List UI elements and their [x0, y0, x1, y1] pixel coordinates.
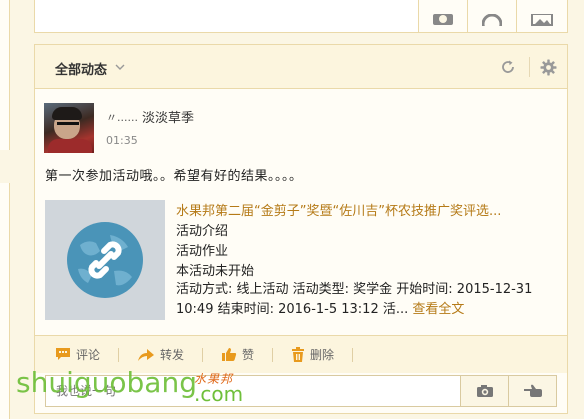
composer-image-button[interactable] — [517, 0, 566, 32]
post-text: 第一次参加活动哦。。希望有好的结果。。。。 — [45, 169, 303, 184]
forward-arrow-icon — [138, 348, 155, 361]
composer-emoji-button[interactable] — [468, 0, 517, 32]
comment-camera-button[interactable] — [461, 375, 509, 407]
shared-activity-thumbnail[interactable] — [45, 200, 165, 320]
left-panel-edge — [0, 0, 10, 150]
post-author[interactable]: 〃...... 淡淡草季 — [106, 107, 194, 127]
link-globe-icon — [67, 222, 143, 298]
feed-filter-dropdown[interactable]: 全部动态 — [55, 59, 125, 78]
shared-activity-meta: 活动方式: 线上活动 活动类型: 奖学金 开始时间: 2015-12-31 10… — [176, 280, 566, 320]
username-decoration: 〃...... — [106, 110, 138, 124]
image-icon — [530, 14, 553, 26]
action-divider — [272, 347, 274, 362]
forward-button[interactable]: 转发 — [137, 346, 184, 363]
chevron-down-icon — [115, 63, 125, 74]
delete-label: 删除 — [310, 348, 335, 362]
forward-label: 转发 — [160, 348, 185, 362]
trash-icon — [292, 347, 305, 362]
shared-activity-homework: 活动作业 — [176, 244, 229, 259]
username[interactable]: 淡淡草季 — [142, 107, 194, 126]
emoji-icon — [482, 14, 502, 26]
shared-activity-meta-text: 活动方式: 线上活动 活动类型: 奖学金 开始时间: 2015-12-31 10… — [176, 282, 533, 317]
like-button[interactable]: 赞 — [221, 346, 254, 363]
camera-icon — [476, 385, 493, 397]
left-panel-edge — [0, 183, 10, 419]
feed-card: 全部动态 〃...... 淡淡草季 01:35 第一次参加活动哦。。希望有好的结… — [34, 44, 568, 414]
gear-icon[interactable] — [539, 58, 557, 76]
shared-activity-intro: 活动介绍 — [176, 224, 229, 239]
comment-button[interactable]: 评论 — [55, 346, 100, 363]
delete-button[interactable]: 删除 — [291, 346, 334, 363]
comment-emoji-button[interactable] — [509, 375, 557, 407]
thumbs-up-icon — [222, 348, 237, 361]
composer-camera-button[interactable] — [419, 0, 468, 32]
right-gutter — [568, 0, 584, 419]
speech-bubble-icon — [56, 348, 70, 360]
feed-filter-label: 全部动态 — [55, 63, 108, 78]
shared-activity-title[interactable]: 水果邦第二届“金剪子”奖暨“佐川吉”杯农技推广奖评选... — [176, 200, 558, 219]
feed-header: 全部动态 — [35, 45, 567, 89]
camera-icon — [433, 14, 453, 25]
watermark-domain: .com — [194, 382, 244, 406]
pointing-hand-icon — [523, 384, 542, 397]
view-full-text-link[interactable]: 查看全文 — [412, 302, 464, 317]
shared-activity-status: 本活动未开始 — [176, 264, 255, 279]
watermark-text: shuiguobang — [16, 366, 197, 399]
comment-label: 评论 — [76, 348, 101, 362]
avatar[interactable] — [44, 103, 94, 153]
like-label: 赞 — [242, 348, 255, 362]
action-divider — [118, 347, 120, 362]
header-divider — [529, 57, 530, 77]
refresh-icon[interactable] — [499, 58, 517, 76]
action-divider — [352, 347, 354, 362]
composer-textarea[interactable] — [35, 0, 419, 32]
composer-box — [34, 0, 568, 33]
post-timestamp[interactable]: 01:35 — [106, 134, 138, 147]
action-divider — [202, 347, 204, 362]
